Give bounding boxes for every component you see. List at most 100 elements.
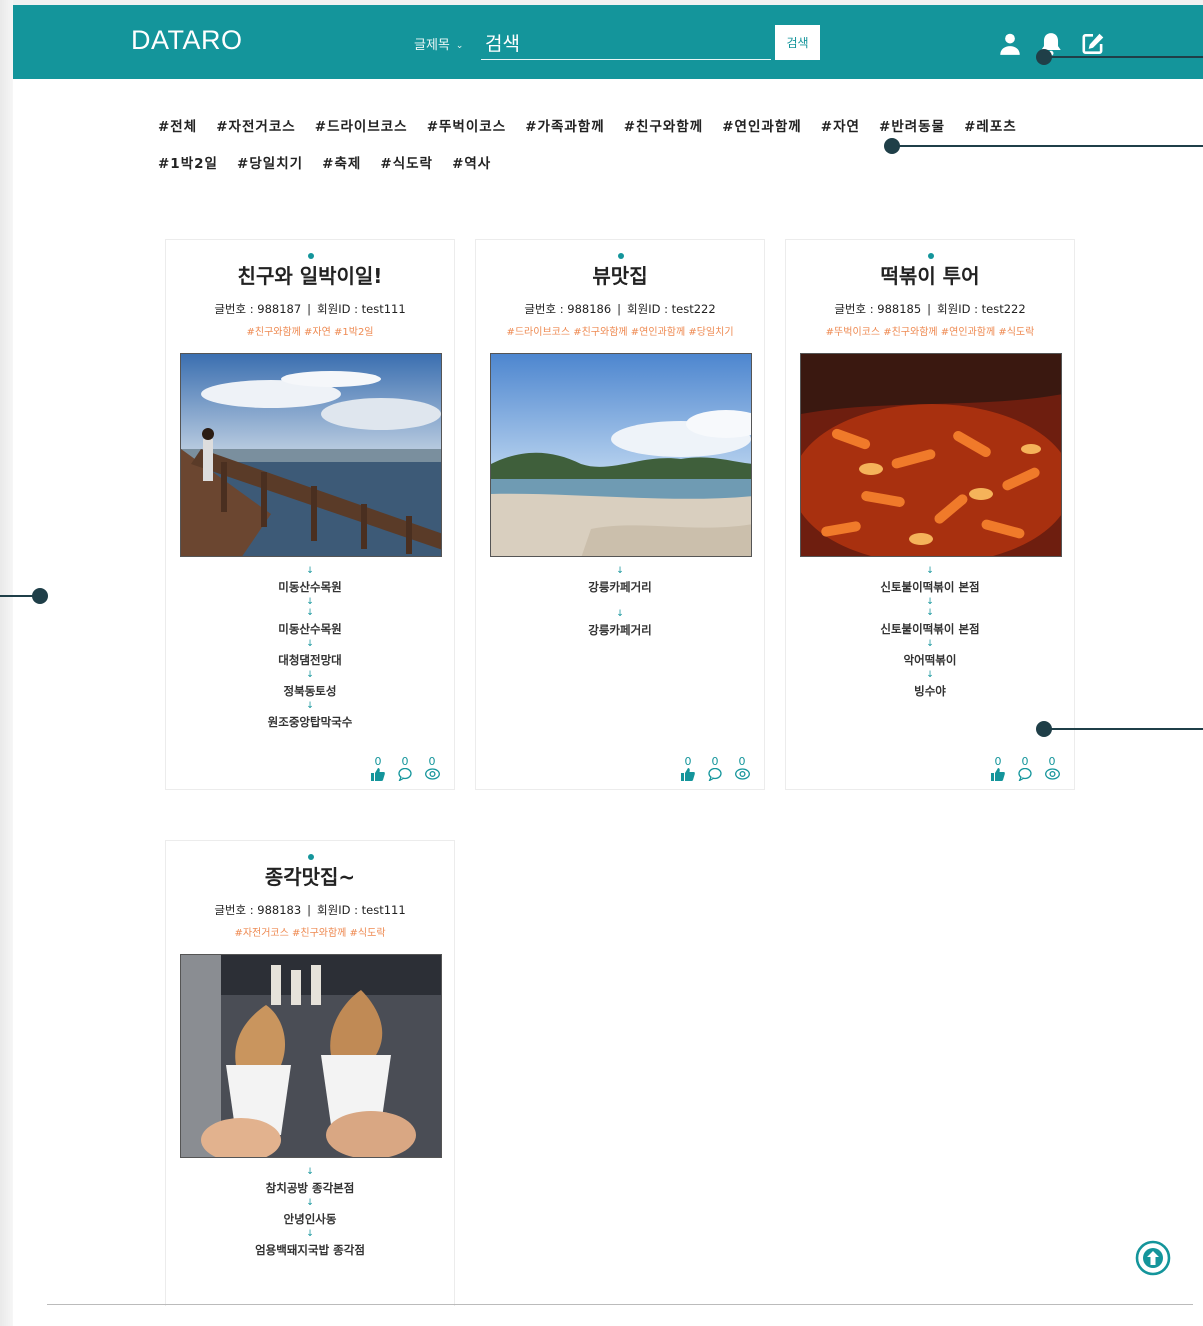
route-place: 참치공방 종각본점: [265, 1181, 355, 1195]
card-title[interactable]: 뷰맛집: [476, 260, 764, 289]
card-title[interactable]: 종각맛집~: [166, 861, 454, 890]
card-title[interactable]: 떡볶이 투어: [786, 260, 1074, 289]
tteokbokki-photo: [801, 354, 1061, 556]
card-thumbnail[interactable]: [800, 353, 1062, 557]
member-id: 회원ID : test111: [317, 903, 406, 917]
route-place: 미동산수목원: [278, 580, 342, 594]
eye-icon: [424, 768, 440, 780]
comment-stat[interactable]: 0: [1015, 756, 1035, 781]
boardwalk-lake-photo: [181, 354, 441, 556]
arrow-down-icon: ↓: [306, 1198, 314, 1208]
route-place: 안녕인사동: [283, 1212, 337, 1226]
user-icon[interactable]: [997, 31, 1023, 57]
route-place: 미동산수목원: [278, 622, 342, 636]
post-card[interactable]: 뷰맛집 글번호 : 988186 | 회원ID : test222 #드라이브코스 …: [475, 239, 765, 790]
search-input[interactable]: [481, 25, 771, 60]
card-thumbnail[interactable]: [490, 353, 752, 557]
comment-icon: [398, 768, 412, 781]
tag-with-family[interactable]: #가족과함께: [525, 116, 604, 153]
card-meta: 글번호 : 988187 | 회원ID : test111: [166, 301, 454, 317]
view-count: 0: [738, 755, 746, 768]
arrow-down-icon: ↓: [926, 639, 934, 649]
chevron-down-icon: ⌄: [455, 40, 464, 51]
edit-icon[interactable]: [1080, 31, 1106, 57]
header-bar: DATARO 글제목 ⌄ 검색: [13, 5, 1203, 79]
route-place: 신토불이떡볶이 본점: [880, 580, 980, 594]
route-place: 대청댐전망대: [278, 653, 342, 667]
divider: |: [617, 302, 622, 316]
arrow-down-icon: ↓: [616, 609, 624, 619]
thumbs-up-icon: [371, 768, 385, 781]
like-count: 0: [994, 755, 1002, 768]
beach-mountain-photo: [491, 354, 751, 556]
logo[interactable]: DATARO: [131, 25, 243, 56]
card-meta: 글번호 : 988183 | 회원ID : test111: [166, 902, 454, 918]
tag-walking-course[interactable]: #뚜벅이코스: [427, 116, 506, 153]
tag-with-friends[interactable]: #친구와함께: [624, 116, 703, 153]
member-id: 회원ID : test222: [937, 302, 1026, 316]
callout-line: [1044, 728, 1203, 730]
arrow-up-circle-icon[interactable]: [1135, 1240, 1171, 1276]
card-tags: #뚜벅이코스 #친구와함께 #연인과함께 #식도락: [825, 327, 1035, 338]
tag-festival[interactable]: #축제: [322, 153, 361, 190]
like-count: 0: [684, 755, 692, 768]
tag-nature[interactable]: #자연: [821, 116, 860, 153]
route-list: ↓ 강릉카페거리 ↓ 강릉카페거리: [476, 566, 764, 640]
search-type-label: 글제목: [414, 38, 450, 53]
tag-food[interactable]: #식도락: [380, 153, 433, 190]
card-dot: [928, 253, 934, 259]
post-number: 글번호 : 988186: [524, 302, 612, 316]
tag-all[interactable]: #전체: [158, 116, 197, 153]
post-card[interactable]: 친구와 일박이일! 글번호 : 988187 | 회원ID : test111 #친…: [165, 239, 455, 790]
soft-serve-ice-cream-photo: [181, 955, 441, 1157]
eye-icon: [734, 768, 750, 780]
comment-stat[interactable]: 0: [395, 756, 415, 781]
like-count: 0: [374, 755, 382, 768]
post-number: 글번호 : 988187: [214, 302, 302, 316]
callout-marker: [884, 138, 900, 154]
card-thumbnail[interactable]: [180, 353, 442, 557]
search-type-select[interactable]: 글제목 ⌄: [414, 34, 463, 53]
card-tags: #친구와함께 #자연 #1박2일: [246, 327, 374, 338]
like-stat[interactable]: 0: [678, 756, 698, 781]
route-place: 강릉카페거리: [588, 580, 652, 594]
arrow-down-icon: ↓: [306, 1229, 314, 1239]
tag-bicycle-course[interactable]: #자전거코스: [216, 116, 295, 153]
arrow-down-icon: ↓: [926, 566, 934, 576]
card-dot: [308, 854, 314, 860]
card-meta: 글번호 : 988185 | 회원ID : test222: [786, 301, 1074, 317]
view-stat[interactable]: 0: [1042, 756, 1062, 781]
card-tags: #자전거코스 #친구와함께 #식도락: [234, 928, 386, 939]
route-place: 신토불이떡볶이 본점: [880, 622, 980, 636]
comment-count: 0: [1021, 755, 1029, 768]
view-stat[interactable]: 0: [422, 756, 442, 781]
card-thumbnail[interactable]: [180, 954, 442, 1158]
tag-drive-course[interactable]: #드라이브코스: [315, 116, 408, 153]
like-stat[interactable]: 0: [988, 756, 1008, 781]
member-id: 회원ID : test111: [317, 302, 406, 316]
tag-leisure-sports[interactable]: #레포츠: [964, 116, 1017, 153]
tag-history[interactable]: #역사: [452, 153, 491, 190]
member-id: 회원ID : test222: [627, 302, 716, 316]
divider: |: [307, 903, 312, 917]
comment-stat[interactable]: 0: [705, 756, 725, 781]
search-button[interactable]: 검색: [775, 25, 820, 60]
view-stat[interactable]: 0: [732, 756, 752, 781]
post-card[interactable]: 종각맛집~ 글번호 : 988183 | 회원ID : test111 #자전거코스…: [165, 840, 455, 1306]
route-place: 악어떡볶이: [903, 653, 957, 667]
card-dot: [308, 253, 314, 259]
arrow-down-icon: ↓: [306, 566, 314, 576]
card-tags: #드라이브코스 #친구와함께 #연인과함께 #당일치기: [506, 327, 734, 338]
arrow-down-icon: ↓: [306, 1167, 314, 1177]
comment-count: 0: [401, 755, 409, 768]
tag-with-partner[interactable]: #연인과함께: [722, 116, 801, 153]
card-title[interactable]: 친구와 일박이일!: [166, 260, 454, 289]
card-stats: 0 0 0: [368, 756, 442, 781]
arrow-down-icon: ↓: [306, 608, 314, 618]
tag-day-trip[interactable]: #당일치기: [237, 153, 303, 190]
route-place: 엄용백돼지국밥 종각점: [255, 1243, 365, 1257]
footer-divider: [47, 1304, 1193, 1305]
tag-overnight[interactable]: #1박2일: [158, 153, 218, 190]
post-card[interactable]: 떡볶이 투어 글번호 : 988185 | 회원ID : test222 #뚜벅이코…: [785, 239, 1075, 790]
like-stat[interactable]: 0: [368, 756, 388, 781]
